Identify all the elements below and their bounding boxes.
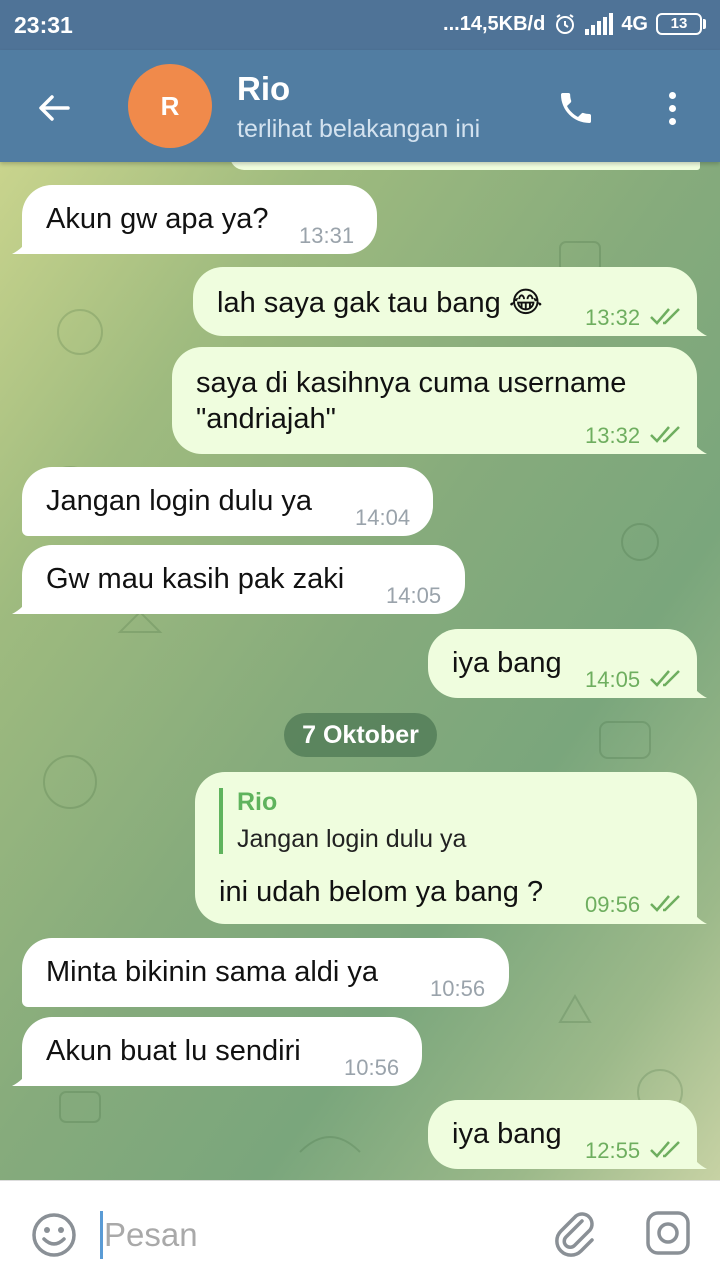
message-outgoing[interactable]: saya di kasihnya cuma username "andriaja…	[172, 347, 707, 454]
chat-header: R Rio terlihat belakangan ini	[0, 50, 720, 162]
phone-icon	[561, 93, 591, 123]
back-button[interactable]	[24, 78, 84, 138]
message-text: Gw mau kasih pak zaki	[46, 563, 345, 595]
dot-icon	[668, 104, 676, 112]
signal-icon	[585, 13, 614, 35]
message-time: 13:32	[585, 305, 641, 330]
chat-area[interactable]: Akun gw apa ya? 13:31 lah saya gak tau b…	[0, 162, 720, 1180]
text-cursor	[100, 1211, 103, 1259]
dot-icon	[668, 117, 676, 125]
message-time: 14:05	[386, 583, 442, 608]
read-check-icon	[650, 308, 680, 325]
message-text: Akun buat lu sendiri	[46, 1035, 301, 1067]
contact-name[interactable]: Rio	[237, 70, 290, 108]
message-text: Minta bikinin sama aldi ya	[46, 956, 379, 988]
battery-level: 13	[656, 13, 702, 35]
message-time: 10:56	[430, 976, 486, 1001]
message-incoming[interactable]: Gw mau kasih pak zaki 14:05	[12, 545, 465, 614]
message-time: 14:05	[585, 667, 641, 692]
message-time: 10:56	[344, 1055, 400, 1080]
battery-icon: 13	[656, 13, 706, 35]
message-time: 12:55	[585, 1138, 641, 1163]
read-check-icon	[650, 895, 680, 912]
reply-quote[interactable]: Rio Jangan login dulu ya	[219, 788, 466, 854]
read-check-icon	[650, 1141, 680, 1158]
more-menu-button[interactable]	[650, 80, 694, 136]
message-text: lah saya gak tau bang 😂	[217, 287, 543, 319]
read-check-icon	[650, 670, 680, 687]
network-speed: ...14,5KB/d	[443, 12, 546, 35]
avatar[interactable]: R	[128, 64, 212, 148]
message-text: iya bang	[452, 647, 562, 679]
message-outgoing-reply[interactable]: Rio Jangan login dulu ya ini udah belom …	[195, 772, 707, 924]
message-incoming[interactable]: Jangan login dulu ya 14:04	[22, 467, 433, 536]
message-text: Akun gw apa ya?	[46, 203, 269, 235]
message-outgoing[interactable]: iya bang 12:55	[428, 1100, 707, 1169]
status-time: 23:31	[14, 12, 73, 38]
message-time: 09:56	[585, 892, 641, 917]
message-text: Jangan login dulu ya	[46, 485, 313, 517]
read-check-icon	[650, 426, 680, 443]
message-outgoing[interactable]: lah saya gak tau bang 😂 13:32	[193, 267, 707, 336]
message-incoming[interactable]: Akun buat lu sendiri 10:56	[12, 1017, 422, 1086]
alarm-icon	[556, 14, 575, 34]
message-input-bar	[0, 1180, 720, 1280]
message-bubble-partial	[230, 162, 700, 170]
reply-sender-name: Rio	[237, 788, 278, 816]
network-type: 4G	[621, 12, 648, 35]
message-text-line: saya di kasihnya cuma username	[196, 367, 627, 399]
message-input[interactable]	[104, 1211, 524, 1259]
message-text: ini udah belom ya bang ?	[219, 876, 544, 908]
contact-status: terlihat belakangan ini	[237, 115, 481, 143]
message-incoming[interactable]: Minta bikinin sama aldi ya 10:56	[22, 938, 509, 1007]
reply-quoted-text: Jangan login dulu ya	[237, 825, 467, 853]
call-button[interactable]	[548, 80, 604, 136]
message-outgoing[interactable]: iya bang 14:05	[428, 629, 707, 698]
arrow-left-icon	[39, 95, 70, 121]
camera-icon[interactable]	[644, 1209, 692, 1257]
dot-icon	[668, 91, 676, 99]
message-time: 14:04	[355, 505, 411, 530]
status-bar: 23:31 ...14,5KB/d 4G 13	[0, 0, 720, 50]
date-separator: 7 Oktober	[284, 713, 437, 757]
message-incoming[interactable]: Akun gw apa ya? 13:31	[12, 185, 377, 254]
message-time: 13:32	[585, 423, 641, 448]
emoji-icon[interactable]	[30, 1211, 78, 1259]
status-icons: ...14,5KB/d 4G 13	[443, 12, 706, 36]
message-time: 13:31	[299, 223, 355, 248]
paperclip-icon[interactable]	[552, 1209, 600, 1257]
message-text: iya bang	[452, 1118, 562, 1150]
message-text-line: "andriajah"	[196, 403, 336, 435]
